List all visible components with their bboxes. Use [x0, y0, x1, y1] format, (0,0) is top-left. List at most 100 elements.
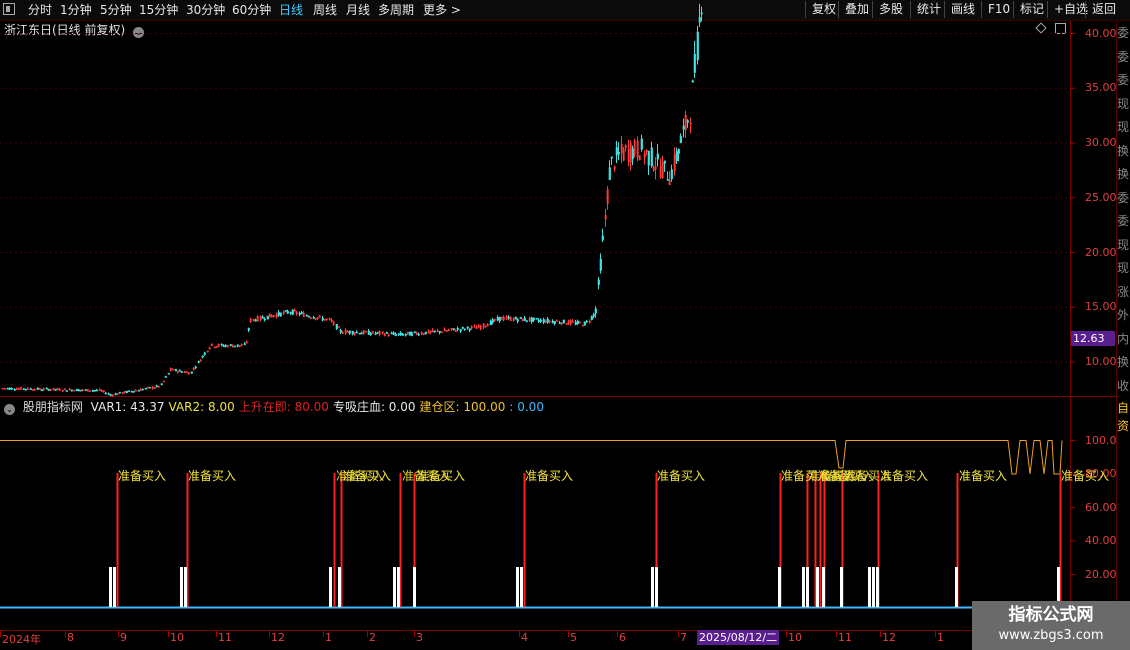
volume-bar — [393, 567, 396, 607]
candle-body — [95, 389, 98, 392]
indicator-value: 上升在即: 80.00 — [238, 400, 329, 414]
date-tick — [880, 631, 881, 637]
date-label: 12 — [271, 631, 285, 644]
candle-body — [243, 343, 246, 346]
volume-bar — [520, 567, 523, 607]
price-tick-label: 25.00 — [1085, 190, 1117, 204]
signal-label-overlap: 准备买入 — [336, 469, 385, 483]
candle-body — [130, 390, 133, 393]
candle-body — [286, 311, 289, 314]
volume-bar — [655, 567, 658, 607]
chevron-down-icon[interactable]: ⌄ — [4, 404, 15, 415]
candle-body — [185, 371, 188, 374]
signal-label: 准备买入 — [188, 469, 237, 483]
candle-body — [10, 387, 13, 390]
candle-body — [537, 319, 540, 322]
candle-body — [351, 330, 354, 335]
volume-bar — [516, 567, 519, 607]
candle-body — [45, 387, 48, 390]
candle-body — [535, 317, 538, 320]
candle-body — [463, 328, 466, 331]
candle-body — [374, 332, 377, 335]
candle-body — [519, 317, 522, 319]
candle-body — [438, 331, 441, 333]
date-tick — [678, 631, 679, 637]
volume-bar — [840, 567, 843, 607]
candle-body — [321, 317, 324, 321]
watermark-title: 指标公式网 — [1008, 605, 1094, 625]
indicator-values: VAR1: 43.37 VAR2: 8.00 上升在即: 80.00 专吸庄血: 0.… — [91, 400, 548, 414]
candle-body — [194, 366, 197, 369]
strip-char: 委 — [1117, 190, 1130, 205]
signal-label-overlap: 准备买入 — [844, 469, 893, 483]
volume-bar — [816, 567, 819, 607]
candle-body — [360, 332, 363, 335]
candle-body — [266, 315, 269, 320]
candle-body — [679, 136, 682, 144]
candle-body — [284, 310, 287, 312]
candle-body — [599, 258, 602, 271]
date-label: 10 — [788, 631, 802, 644]
indicator-name[interactable]: 股朋指标网 — [23, 400, 83, 414]
strip-char: 换 — [1117, 355, 1130, 369]
date-tick — [568, 631, 569, 637]
candle-body — [160, 383, 163, 386]
candle-body — [178, 369, 181, 372]
candle-body — [29, 388, 32, 390]
strip-char: 现 — [1117, 96, 1130, 111]
indicator-value: VAR2: 8.00 — [168, 400, 235, 414]
candle-body — [424, 331, 427, 335]
candle-body — [413, 331, 416, 333]
price-tick-label: 10.00 — [1085, 355, 1117, 368]
candle-body — [1, 387, 4, 390]
candle-body — [698, 17, 701, 23]
candle-body — [114, 393, 117, 396]
candle-body — [468, 328, 471, 331]
candle-body — [367, 330, 370, 335]
date-label: 2 — [369, 631, 376, 644]
candle-body — [40, 389, 43, 392]
candle-body — [583, 321, 586, 326]
candle-body — [399, 332, 402, 336]
date-label: 1 — [325, 631, 332, 644]
candle-body — [539, 319, 542, 322]
signal-label: 准备买入 — [118, 469, 167, 483]
candle-body — [466, 326, 469, 329]
candle-body — [335, 324, 338, 329]
candle-body — [279, 312, 282, 317]
candle-body — [617, 151, 620, 155]
date-tick — [168, 631, 169, 637]
candle-body — [581, 324, 584, 327]
candle-body — [376, 331, 379, 334]
strip-char: 换 — [1117, 143, 1130, 158]
candle-body — [144, 387, 147, 390]
candle-body — [236, 344, 239, 347]
candle-body — [127, 390, 130, 392]
candle-body — [610, 156, 613, 159]
date-tick — [617, 631, 618, 637]
candle-body — [201, 355, 204, 358]
date-label: 6 — [619, 631, 626, 644]
date-label: 12 — [882, 631, 896, 644]
candle-body — [167, 372, 170, 375]
candle-body — [355, 331, 358, 334]
indicator-tick-label: 40.00 — [1085, 534, 1117, 547]
volume-bar — [413, 567, 416, 607]
candle-body — [307, 315, 310, 318]
candle-body — [433, 330, 436, 333]
volume-bar — [872, 567, 875, 607]
candle-body — [496, 317, 499, 321]
date-tick — [414, 631, 415, 637]
signal-label: 准备买入 — [959, 469, 1008, 483]
candle-body — [298, 312, 301, 315]
candle-body — [456, 328, 459, 330]
candle-body — [385, 332, 388, 334]
right-info-strip — [1116, 21, 1130, 630]
watermark: 指标公式网 www.zbgs3.com — [972, 601, 1130, 650]
candle-body — [491, 319, 494, 323]
strip-char: 现 — [1117, 120, 1130, 134]
candle-body — [459, 329, 462, 332]
candle-body — [594, 308, 597, 314]
signal-label: 准备买入 — [525, 469, 574, 483]
volume-bar — [822, 567, 825, 607]
